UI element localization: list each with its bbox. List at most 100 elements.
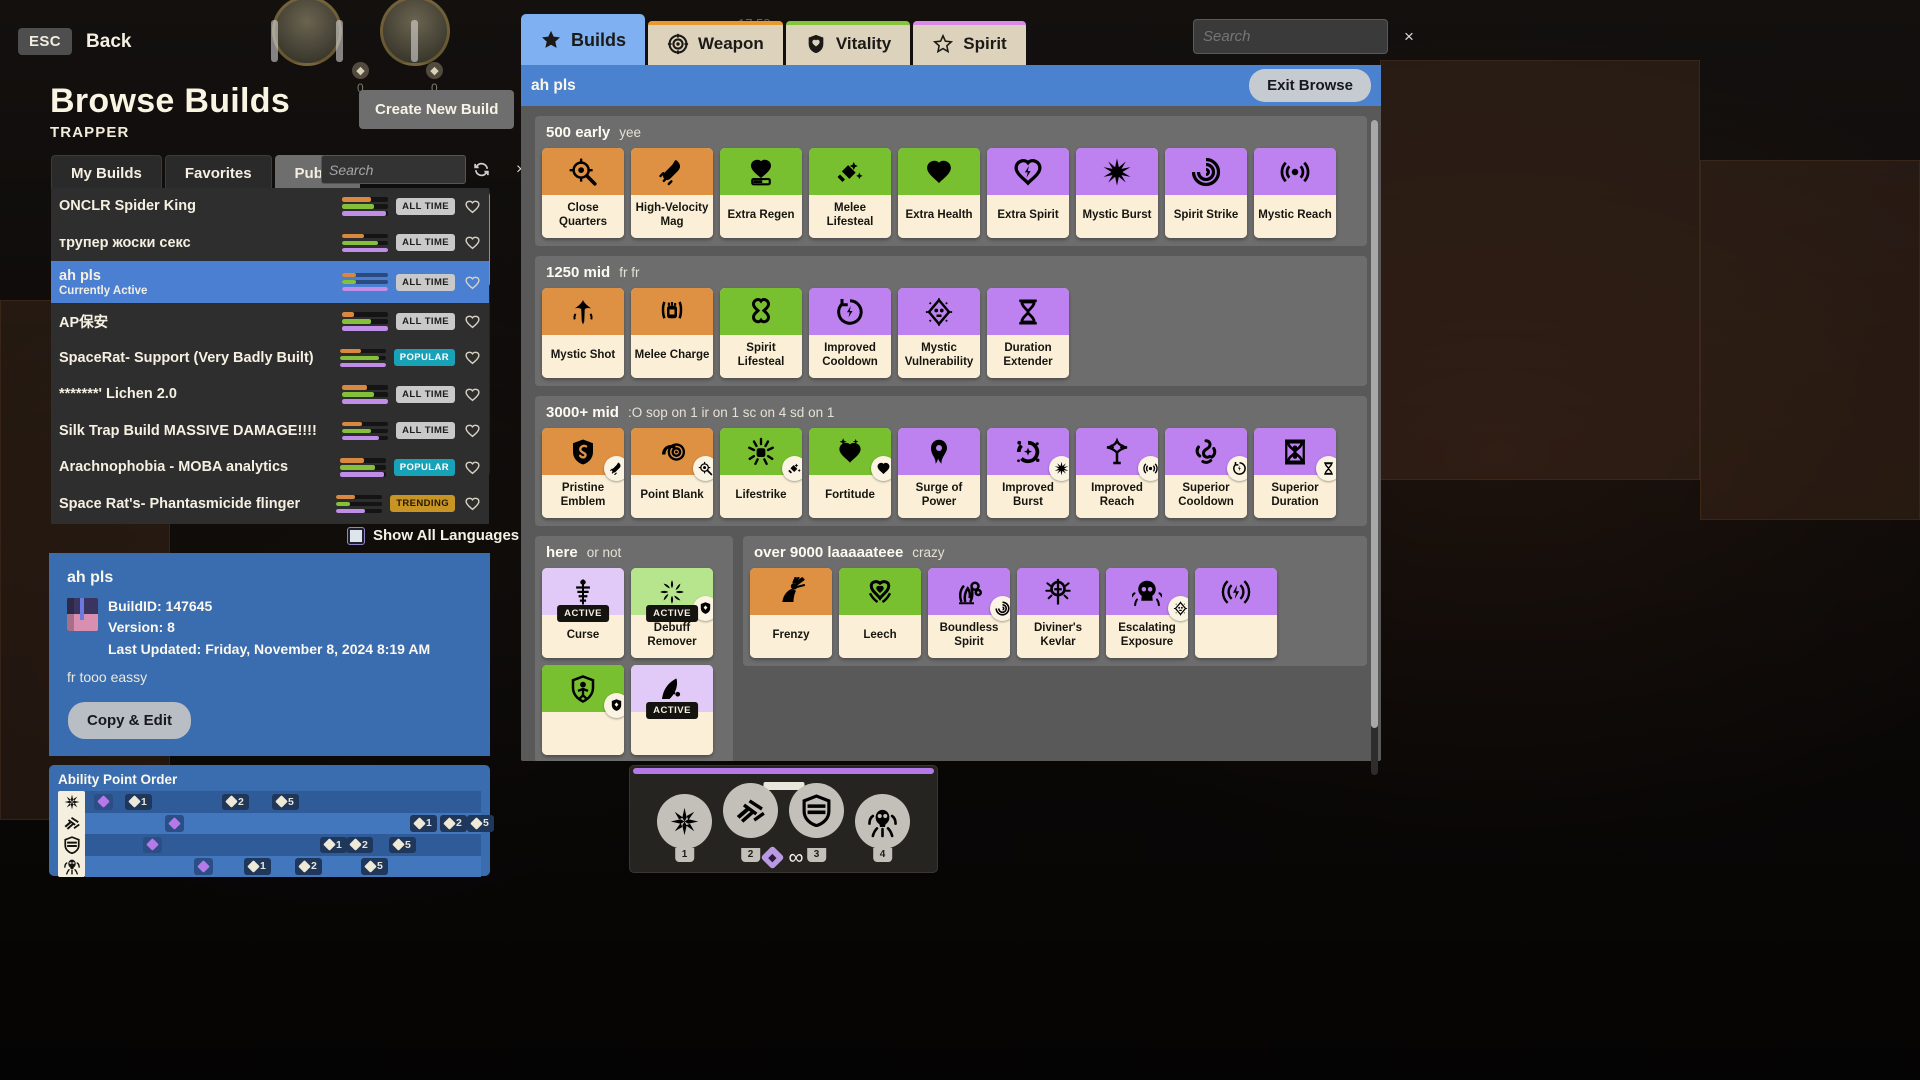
close-icon[interactable]: × <box>1404 27 1414 47</box>
back-control[interactable]: ESC Back <box>18 28 131 55</box>
build-filter-tab-my-builds[interactable]: My Builds <box>51 155 162 191</box>
tab-builds[interactable]: Builds <box>521 14 645 66</box>
ability-point-marker[interactable]: 1 <box>244 858 271 875</box>
composition-bar <box>342 326 388 331</box>
build-list-item[interactable]: трупер жоски сексALL TIME <box>51 225 489 262</box>
create-new-build-button[interactable]: Create New Build <box>359 90 514 129</box>
build-item[interactable]: Extra Health <box>898 148 980 238</box>
build-list-item[interactable]: ONCLR Spider KingALL TIME <box>51 188 489 225</box>
build-list-item[interactable]: SpaceRat- Support (Very Badly Built)POPU… <box>51 340 489 377</box>
build-item[interactable]: Extra Spirit <box>987 148 1069 238</box>
build-item[interactable]: Diviner's Kevlar <box>1017 568 1099 658</box>
build-item[interactable]: Improved Cooldown <box>809 288 891 378</box>
build-item[interactable]: ACTIVEDebuff Remover <box>631 568 713 658</box>
build-item-label: Extra Spirit <box>987 195 1069 238</box>
refresh-icon[interactable] <box>473 161 490 178</box>
build-item[interactable]: Spirit Strike <box>1165 148 1247 238</box>
build-item[interactable]: Improved Burst <box>987 428 1069 518</box>
builds-window-search-input[interactable] <box>1203 28 1404 45</box>
build-item[interactable]: Mystic Vulnerability <box>898 288 980 378</box>
ability-point-marker[interactable]: 2 <box>222 794 249 811</box>
favorite-heart-icon[interactable] <box>464 313 481 330</box>
diamond-icon <box>349 838 362 851</box>
build-item[interactable]: Extra Regen <box>720 148 802 238</box>
build-item[interactable]: Superior Duration <box>1254 428 1336 518</box>
ability-point-marker[interactable] <box>165 815 184 832</box>
build-list-item[interactable]: Arachnophobia - MOBA analyticsPOPULAR <box>51 449 489 486</box>
favorite-heart-icon[interactable] <box>464 386 481 403</box>
build-item[interactable]: Improved Reach <box>1076 428 1158 518</box>
build-item[interactable]: ACTIVECurse <box>542 568 624 658</box>
build-item[interactable] <box>542 665 624 755</box>
ability-point-marker[interactable]: 5 <box>467 815 494 832</box>
ability-point-marker[interactable]: 2 <box>346 837 373 854</box>
build-item[interactable]: Duration Extender <box>987 288 1069 378</box>
favorite-heart-icon[interactable] <box>464 459 481 476</box>
build-item[interactable]: Frenzy <box>750 568 832 658</box>
build-item[interactable]: Mystic Burst <box>1076 148 1158 238</box>
build-item[interactable]: Point Blank <box>631 428 713 518</box>
build-section-title: 3000+ mid <box>546 404 619 421</box>
favorite-heart-icon[interactable] <box>464 495 481 512</box>
build-list-item[interactable]: *******' Lichen 2.0ALL TIME <box>51 376 489 413</box>
build-item[interactable]: Melee Lifesteal <box>809 148 891 238</box>
ability-point-marker[interactable] <box>194 858 213 875</box>
build-item[interactable]: Spirit Lifesteal <box>720 288 802 378</box>
build-item[interactable]: Mystic Shot <box>542 288 624 378</box>
build-item[interactable]: Superior Cooldown <box>1165 428 1247 518</box>
ability-point-marker[interactable]: 2 <box>295 858 322 875</box>
favorite-heart-icon[interactable] <box>464 274 481 291</box>
build-item-label: Mystic Vulnerability <box>898 335 980 378</box>
ability-slot-3[interactable]: 3 <box>789 783 844 849</box>
build-list-item[interactable]: Silk Trap Build MASSIVE DAMAGE!!!!ALL TI… <box>51 413 489 450</box>
favorite-heart-icon[interactable] <box>464 422 481 439</box>
build-list-item[interactable]: ah plsCurrently ActiveALL TIME <box>51 261 489 303</box>
build-item[interactable]: Lifestrike <box>720 428 802 518</box>
build-item[interactable]: Leech <box>839 568 921 658</box>
build-item[interactable]: High-Velocity Mag <box>631 148 713 238</box>
ability-point-marker[interactable] <box>143 837 162 854</box>
favorite-heart-icon[interactable] <box>464 198 481 215</box>
checkbox-icon[interactable] <box>348 528 364 544</box>
build-item[interactable]: Close Quarters <box>542 148 624 238</box>
ability-point-marker[interactable]: 1 <box>320 837 347 854</box>
ability-point-marker[interactable]: 2 <box>440 815 467 832</box>
builds-window-search[interactable]: × <box>1193 19 1388 54</box>
ability-4-icon <box>58 856 85 878</box>
ability-slot-2[interactable]: 2 <box>723 783 778 849</box>
copy-and-edit-button[interactable]: Copy & Edit <box>68 702 191 739</box>
target-head-icon <box>631 428 713 475</box>
build-item[interactable]: Mystic Reach <box>1254 148 1336 238</box>
tab-vitality[interactable]: Vitality <box>786 21 910 66</box>
ability-point-marker[interactable]: 5 <box>389 837 416 854</box>
build-item[interactable]: ACTIVE <box>631 665 713 755</box>
ability-point-marker[interactable]: 1 <box>125 794 152 811</box>
diamond-icon <box>225 795 238 808</box>
ability-point-marker[interactable]: 5 <box>361 858 388 875</box>
tab-weapon[interactable]: Weapon <box>648 21 783 66</box>
ability-point-marker[interactable] <box>94 794 113 811</box>
ability-point-marker[interactable]: 1 <box>410 815 437 832</box>
favorite-heart-icon[interactable] <box>464 234 481 251</box>
build-item[interactable]: Pristine Emblem <box>542 428 624 518</box>
ability-point-marker[interactable]: 5 <box>272 794 299 811</box>
build-item[interactable]: Fortitude <box>809 428 891 518</box>
tab-spirit[interactable]: Spirit <box>913 21 1025 66</box>
build-item[interactable]: Melee Charge <box>631 288 713 378</box>
build-item[interactable] <box>1195 568 1277 658</box>
ability-slot-4[interactable]: 4 <box>855 794 910 849</box>
build-item[interactable]: Surge of Power <box>898 428 980 518</box>
hero-name: TRAPPER <box>50 124 129 141</box>
favorite-heart-icon[interactable] <box>464 349 481 366</box>
show-all-languages-toggle[interactable]: Show All Languages <box>348 527 519 544</box>
builds-scrollbar[interactable] <box>1371 120 1378 775</box>
build-item[interactable]: Boundless Spirit <box>928 568 1010 658</box>
build-list-item[interactable]: Space Rat's- Phantasmicide flingerTRENDI… <box>51 486 489 523</box>
build-section-title: 500 early <box>546 124 610 141</box>
build-item[interactable]: Escalating Exposure <box>1106 568 1188 658</box>
build-search[interactable]: × <box>321 155 466 184</box>
ability-slot-1[interactable]: 1 <box>657 794 712 849</box>
build-list-item[interactable]: AP保安ALL TIME <box>51 303 489 340</box>
build-filter-tab-favorites[interactable]: Favorites <box>165 155 272 191</box>
exit-browse-button[interactable]: Exit Browse <box>1249 69 1371 102</box>
